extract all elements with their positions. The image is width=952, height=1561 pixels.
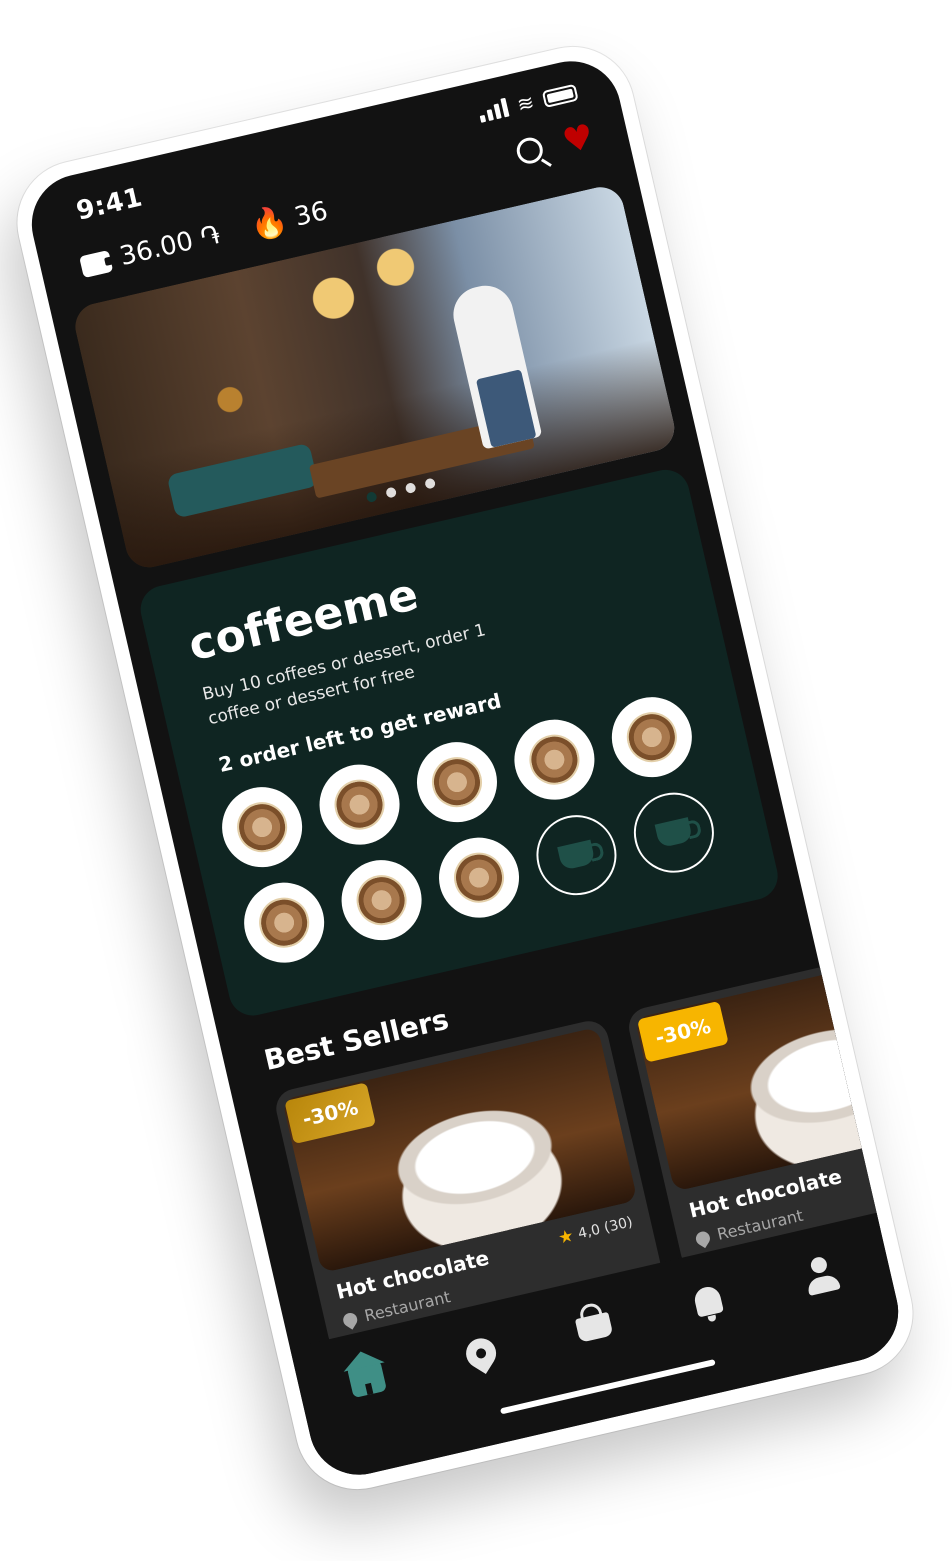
bell-icon xyxy=(691,1284,724,1318)
coffee-cup-icon xyxy=(654,817,694,849)
stamp-empty xyxy=(528,807,625,904)
stamp-collected xyxy=(214,779,311,876)
stamp-collected xyxy=(506,711,603,808)
nav-basket[interactable] xyxy=(561,1294,628,1361)
coffee-seal-icon xyxy=(524,729,585,790)
coffee-cup-icon xyxy=(557,839,596,871)
wallet-icon xyxy=(78,249,114,278)
streak-count: 36 xyxy=(291,195,331,233)
stamp-collected xyxy=(603,689,700,786)
header-actions: ♥ xyxy=(513,116,598,170)
basket-icon xyxy=(574,1311,614,1343)
coffee-seal-icon xyxy=(232,797,293,858)
coffee-seal-icon xyxy=(254,892,315,953)
stamp-grid xyxy=(214,685,741,971)
nav-map[interactable] xyxy=(447,1320,514,1387)
nav-profile[interactable] xyxy=(788,1241,855,1308)
stamp-collected xyxy=(333,852,430,949)
coffee-seal-icon xyxy=(329,774,390,835)
stamp-collected xyxy=(431,829,527,926)
coffee-seal-icon xyxy=(351,870,412,931)
location-pin-icon xyxy=(693,1228,713,1248)
coffee-seal-icon xyxy=(621,707,682,768)
flame-icon: 🔥 xyxy=(246,202,292,245)
home-icon xyxy=(347,1361,388,1399)
coffee-seal-icon xyxy=(426,752,487,813)
stamp-collected xyxy=(311,756,408,853)
map-pin-icon xyxy=(459,1332,502,1375)
streak-counter: 🔥 36 xyxy=(247,193,331,245)
battery-icon xyxy=(541,83,579,108)
nav-home[interactable] xyxy=(334,1346,401,1413)
status-time: 9:41 xyxy=(73,182,146,227)
search-icon[interactable] xyxy=(513,135,545,167)
rating-value: 4,0 (30) xyxy=(576,1214,635,1243)
mockup-stage: 9:41 ≋ 36.00 ֏ 🔥 36 ♥ coffeeme Buy 10 co… xyxy=(0,0,952,1561)
star-icon: ★ xyxy=(556,1225,576,1249)
profile-icon xyxy=(802,1254,841,1296)
signal-icon xyxy=(477,97,510,123)
heart-icon[interactable]: ♥ xyxy=(559,116,598,162)
stamp-collected xyxy=(236,874,333,971)
phone-mockup: 9:41 ≋ 36.00 ֏ 🔥 36 ♥ coffeeme Buy 10 co… xyxy=(5,34,925,1502)
wifi-icon: ≋ xyxy=(514,89,537,117)
product-rating: ★ 4,0 (30) xyxy=(556,1212,634,1249)
stamp-empty xyxy=(625,784,722,881)
location-pin-icon xyxy=(340,1309,360,1330)
stamp-collected xyxy=(409,734,505,831)
nav-notifications[interactable] xyxy=(674,1268,741,1335)
balance-amount: 36.00 ֏ xyxy=(116,219,223,273)
coffee-seal-icon xyxy=(449,847,510,908)
status-icons: ≋ xyxy=(477,82,579,123)
